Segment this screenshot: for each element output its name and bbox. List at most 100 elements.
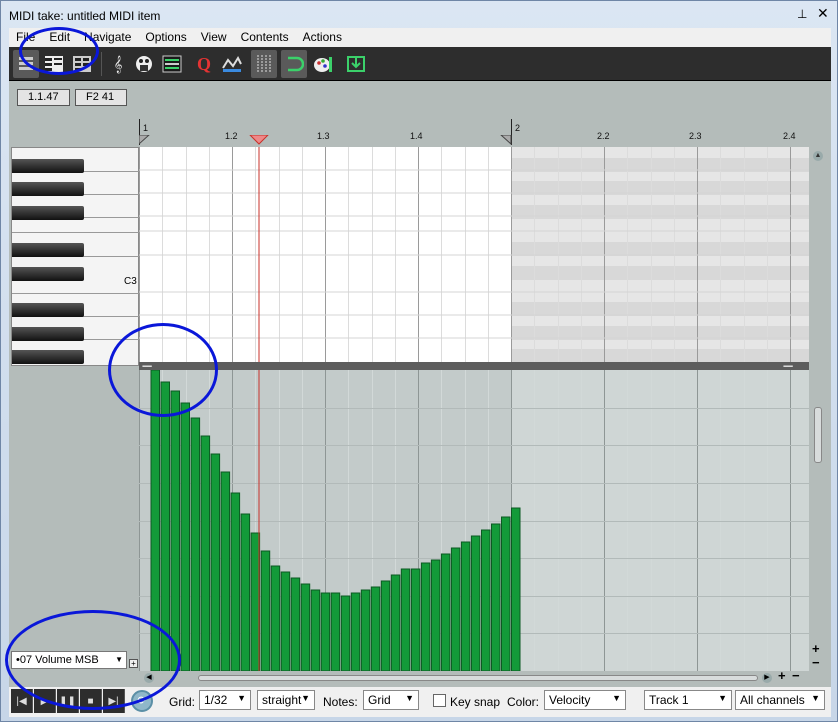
note-grid[interactable] [139,147,809,363]
white-key-divider [12,293,140,294]
annotation-circle [108,323,218,417]
menu-contents[interactable]: Contents [234,28,296,47]
cc-lane[interactable] [139,370,809,671]
chevron-down-icon: ▼ [301,693,310,703]
cc-bar[interactable] [481,529,491,671]
cc-bar[interactable] [320,592,331,671]
event-list-button[interactable] [159,50,185,78]
color-select-value: Velocity [549,693,591,707]
loop-snap-icon [288,56,304,72]
toolbar: 𝄞 Q [9,47,831,81]
cc-bar[interactable] [380,580,391,671]
track-select-value: Track 1 [649,693,689,707]
notes-select[interactable]: Grid ▼ [363,690,419,710]
grid-button[interactable] [251,50,277,78]
cc-bar[interactable] [280,571,291,671]
track-select[interactable]: Track 1 ▼ [644,690,732,710]
quantize-icon: Q [196,53,211,74]
insert-icon [347,56,365,72]
cc-bar[interactable] [460,541,471,671]
cc-bar[interactable] [511,507,521,671]
h-zoom-out-icon[interactable]: − [792,668,800,683]
playhead-marker-icon[interactable] [249,135,269,145]
cc-bar[interactable] [190,417,201,671]
horizontal-scroll-thumb[interactable] [198,675,758,681]
notation-button[interactable]: 𝄞 [105,50,131,78]
h-zoom-in-icon[interactable]: + [778,668,786,683]
cc-bar[interactable] [270,565,281,671]
ruler-label: 2.2 [597,131,610,141]
grid-mode-value: straight [262,693,302,707]
cc-bar[interactable] [400,568,411,671]
cc-bar[interactable] [240,513,251,671]
cc-bar[interactable] [491,523,501,671]
cc-bar[interactable] [170,390,180,671]
zoom-out-icon[interactable]: − [812,655,820,670]
menu-options[interactable]: Options [138,28,193,47]
cc-bar[interactable] [230,492,241,671]
black-key[interactable] [12,182,84,196]
paint-button[interactable] [311,50,337,78]
midi-editor-window: MIDI take: untitled MIDI item ⊥ ✕ File E… [0,0,838,722]
cc-bar[interactable] [290,577,301,671]
black-key[interactable] [12,206,84,220]
piano-palette-button[interactable] [131,50,157,78]
cc-bar[interactable] [420,562,431,671]
lane-divider[interactable]: ▪▪▪▪▪▪▪▪ ▪▪▪▪▪▪▪▪ [139,362,809,370]
black-key[interactable] [12,327,84,341]
channel-select[interactable]: All channels ▼ [735,690,825,710]
horizontal-scrollbar[interactable]: ◀ ▶ + − [142,668,802,685]
loop-end-marker-icon[interactable] [500,135,512,145]
cc-bar[interactable] [370,586,381,671]
cc-bar[interactable] [430,559,441,671]
menu-view[interactable]: View [194,28,234,47]
annotation-circle [5,610,181,710]
cc-bar[interactable] [260,550,271,671]
cc-bar[interactable] [310,589,321,671]
cc-bar[interactable] [180,402,190,671]
cc-bar[interactable] [160,381,170,671]
grid-mode-select[interactable]: straight ▼ [257,690,315,710]
close-icon[interactable]: ✕ [817,5,829,22]
cc-bar[interactable] [340,595,351,671]
cc-bar[interactable] [450,547,461,671]
grid-select[interactable]: 1/32 ▼ [199,690,251,710]
color-select[interactable]: Velocity ▼ [544,690,626,710]
timeline-ruler[interactable]: 1 1.2 1.3 1.4 2 2.2 2.3 2.4 [139,119,809,145]
menu-actions[interactable]: Actions [296,28,349,47]
cc-bar[interactable] [470,535,481,671]
black-key[interactable] [12,303,84,317]
insert-button[interactable] [343,50,369,78]
cc-bar[interactable] [350,592,361,671]
cc-bar[interactable] [250,532,261,671]
vertical-scroll-thumb[interactable] [814,407,822,463]
cc-bar[interactable] [390,574,401,671]
cc-bar[interactable] [220,471,231,671]
scroll-up-icon[interactable]: ▲ [813,151,823,161]
chevron-down-icon: ▼ [237,693,246,703]
cc-bar[interactable] [330,592,341,671]
piano-keyboard[interactable]: C3 [11,147,140,366]
quantize-button[interactable]: Q [191,50,217,78]
cc-bar[interactable] [410,568,421,671]
cc-bar[interactable] [200,435,211,671]
cc-bar[interactable] [360,589,371,671]
loop-snap-button[interactable] [281,50,307,78]
loop-start-marker-icon[interactable] [139,135,151,145]
pin-icon[interactable]: ⊥ [797,7,807,21]
zoom-in-icon[interactable]: + [812,641,820,656]
cc-bar[interactable] [501,516,511,671]
black-key[interactable] [12,159,84,173]
cc-bar[interactable] [210,453,221,671]
chevron-down-icon: ▼ [612,693,621,703]
black-key[interactable] [12,350,84,364]
black-key[interactable] [12,267,84,281]
black-key[interactable] [12,243,84,257]
toolbar-separator [101,52,102,76]
humanize-button[interactable] [219,50,245,78]
cc-bar[interactable] [300,583,311,671]
key-snap-checkbox[interactable] [433,694,446,707]
cc-bar[interactable] [440,553,451,671]
scroll-right-icon[interactable]: ▶ [762,673,772,683]
vertical-scrollbar[interactable]: ▲ + − [811,147,825,671]
